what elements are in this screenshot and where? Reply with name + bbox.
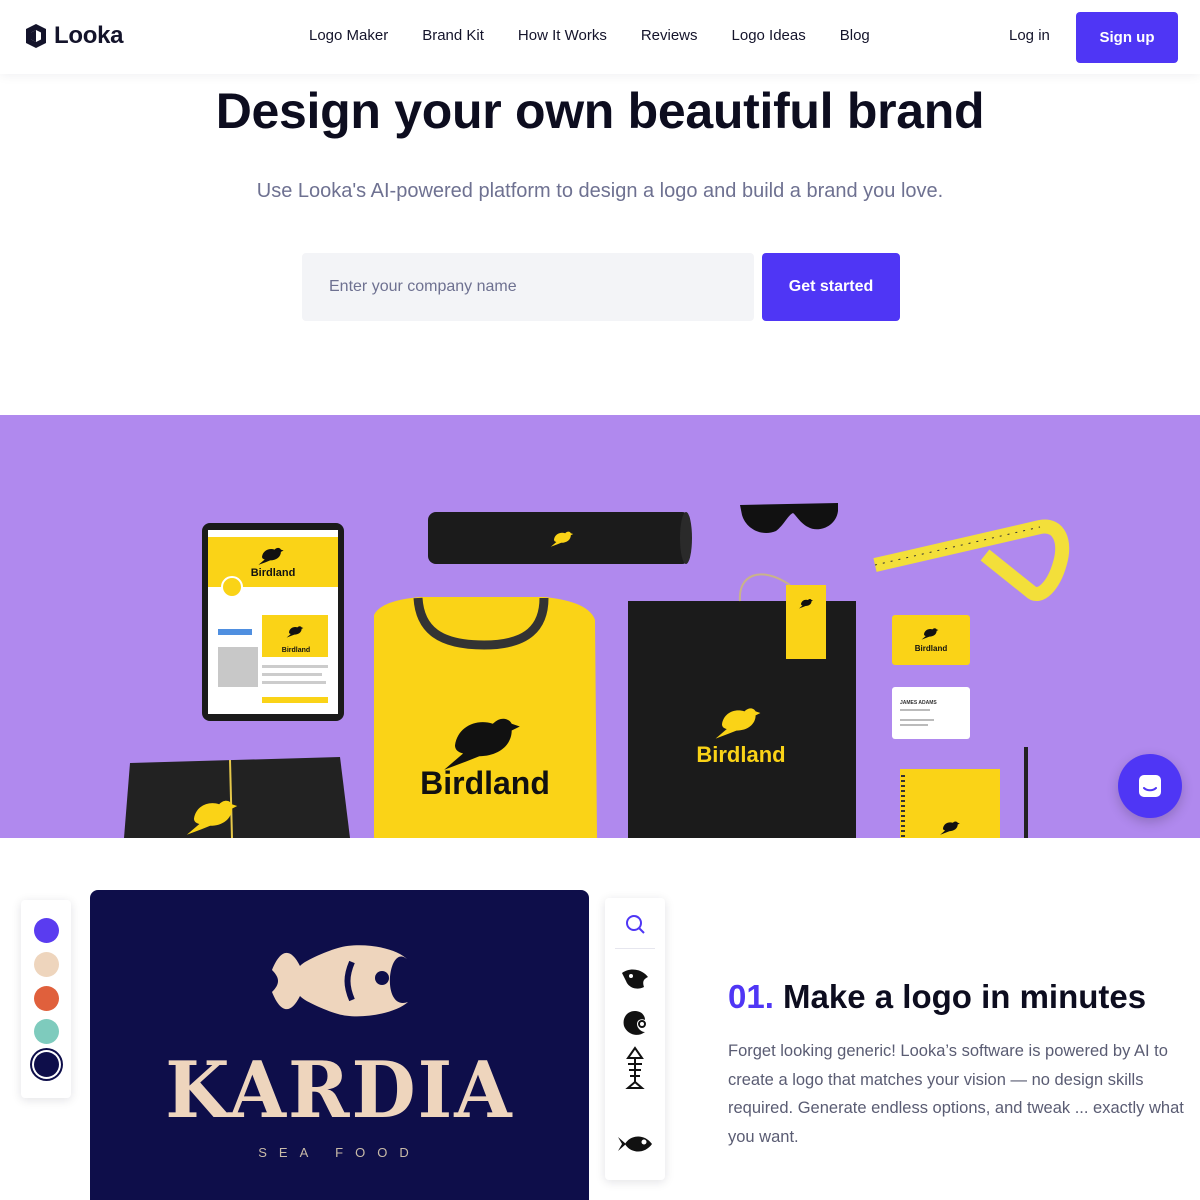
shopping-bag-mockup: Birdland [628,573,856,838]
business-card-yellow: Birdland [892,615,970,665]
tshirt-mockup: Birdland [374,597,597,838]
nav-links: Logo Maker Brand Kit How It Works Review… [309,27,870,44]
brand-mockup-illustration: Birdland Birdland Birdland Birdland Bird… [124,503,1070,838]
hero-title: Design your own beautiful brand [215,83,985,139]
hero-subtitle: Use Looka's AI-powered platform to desig… [256,180,944,202]
swatch-teal[interactable] [34,1019,59,1044]
brand-mockup-banner: Birdland Birdland Birdland Birdland Bird… [0,415,1200,838]
fish-logo-icon [272,945,408,1017]
top-nav: Looka Logo Maker Brand Kit How It Works … [0,0,1200,74]
signup-button[interactable]: Sign up [1076,12,1178,63]
step-number: 01. [728,978,774,1015]
nav-link-logo-ideas[interactable]: Logo Ideas [732,27,806,44]
nav-link-blog[interactable]: Blog [840,27,870,44]
icon-panel-divider [615,948,655,949]
card-brand-text: Birdland [915,644,948,653]
company-name-input[interactable] [302,253,754,321]
logo-wordmark: Looka [54,22,124,49]
logo-wordmark-kardia: KARDIA [165,1045,514,1137]
black-tube-mockup [428,512,692,564]
business-card-white: JAMES ADAMS [892,687,970,739]
icon-picker-panel [605,898,665,1180]
search-icon[interactable] [615,904,655,944]
nav-link-brand-kit[interactable]: Brand Kit [422,27,484,44]
nav-link-how-it-works[interactable]: How It Works [518,27,607,44]
login-link[interactable]: Log in [1009,27,1050,44]
fish-swirl-icon[interactable] [615,1004,655,1044]
step-title-text: Make a logo in minutes [783,978,1147,1015]
swatch-beige[interactable] [34,952,59,977]
swatch-navy-selected[interactable] [34,1052,59,1077]
chat-icon [1139,775,1161,797]
get-started-button[interactable]: Get started [762,253,900,321]
tshirt-brand-text: Birdland [420,765,550,801]
step-description: Forget looking generic! Looka’s software… [728,1042,1184,1146]
tablet-card-brand-text: Birdland [282,647,310,654]
notebook-mockup [900,769,1000,838]
measuring-tape-mockup [873,519,1070,601]
chat-button[interactable] [1118,754,1182,818]
logo-tagline: SEA FOOD [258,1145,421,1160]
swatch-orange[interactable] [34,986,59,1011]
nav-link-reviews[interactable]: Reviews [641,27,698,44]
color-swatch-panel [21,900,71,1098]
bag-brand-text: Birdland [696,742,785,767]
fish-icon[interactable] [615,1124,655,1164]
fish-head-icon[interactable] [615,960,655,1000]
sunglasses-mockup [740,503,838,534]
logo-preview-card: KARDIA SEA FOOD [90,890,589,1200]
step-title: 01. Make a logo in minutes [728,978,1146,1016]
swatch-purple[interactable] [34,918,59,943]
folded-cloth-mockup [124,757,350,838]
looka-logo[interactable]: Looka [24,22,123,50]
looka-logo-icon [26,24,46,48]
nav-link-logo-maker[interactable]: Logo Maker [309,27,388,44]
card-person-name: JAMES ADAMS [900,700,937,706]
fish-skeleton-icon[interactable] [615,1046,655,1089]
tablet-mockup: Birdland Birdland [202,523,344,721]
tablet-brand-text: Birdland [251,567,296,579]
